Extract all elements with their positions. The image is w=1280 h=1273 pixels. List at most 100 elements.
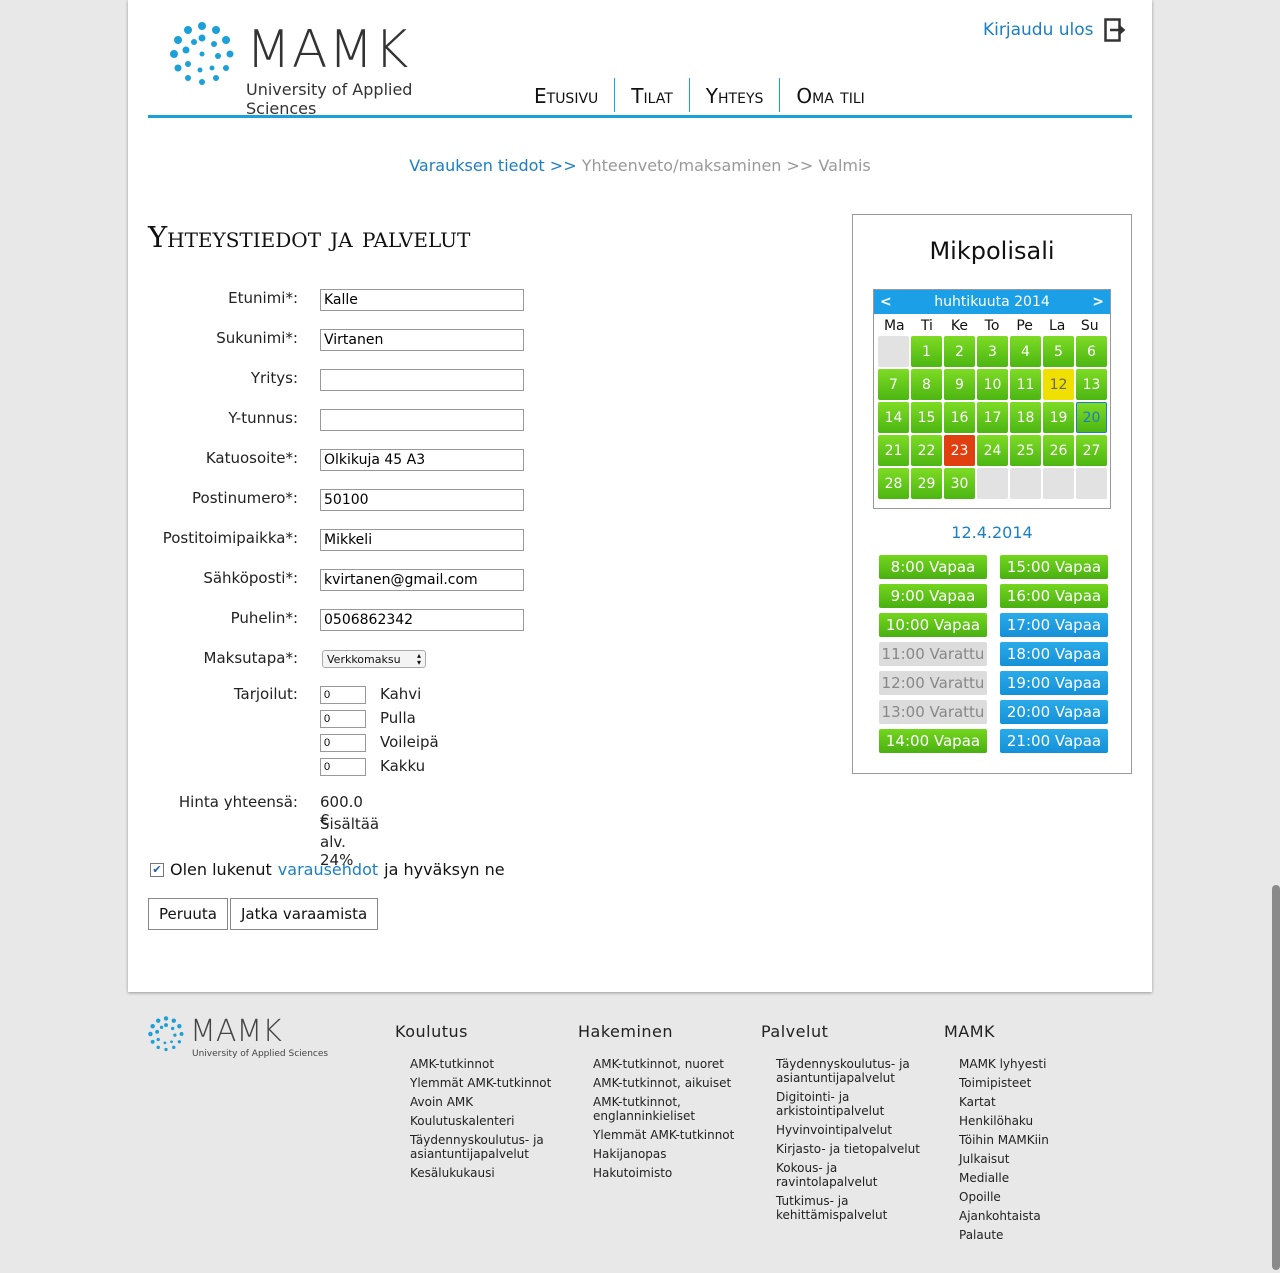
footer-link[interactable]: Toimipisteet [959, 1076, 1114, 1090]
business-id-field[interactable] [320, 409, 524, 431]
cake-label: Kakku [380, 757, 426, 775]
first-name-field[interactable] [320, 289, 524, 311]
calendar-day[interactable]: 24 [977, 435, 1008, 466]
prev-month-button[interactable]: < [880, 294, 892, 310]
calendar-day[interactable]: 29 [911, 468, 942, 499]
cancel-button[interactable]: Peruuta [148, 898, 228, 930]
time-slot-free[interactable]: 15:00 Vapaa [1000, 555, 1108, 579]
nav-item-oma-tili[interactable]: Oma tili [779, 78, 880, 112]
calendar-day[interactable]: 13 [1076, 369, 1107, 400]
calendar-day[interactable]: 10 [977, 369, 1008, 400]
footer-link[interactable]: Medialle [959, 1171, 1114, 1185]
time-slot-free[interactable]: 9:00 Vapaa [879, 584, 987, 608]
footer-link[interactable]: AMK-tutkinnot [410, 1057, 565, 1071]
next-month-button[interactable]: > [1092, 294, 1104, 310]
email-field[interactable] [320, 569, 524, 591]
calendar-day[interactable]: 8 [911, 369, 942, 400]
calendar-day[interactable]: 11 [1010, 369, 1041, 400]
time-slot-free[interactable]: 10:00 Vapaa [879, 613, 987, 637]
footer-link[interactable]: Avoin AMK [410, 1095, 565, 1109]
footer-link[interactable]: Hakijanopas [593, 1147, 748, 1161]
time-slot-free[interactable]: 8:00 Vapaa [879, 555, 987, 579]
footer-link[interactable]: AMK-tutkinnot, aikuiset [593, 1076, 748, 1090]
calendar-day[interactable]: 26 [1043, 435, 1074, 466]
footer-link[interactable]: Töihin MAMKiin [959, 1133, 1114, 1147]
continue-booking-button[interactable]: Jatka varaamista [230, 898, 379, 930]
footer-link[interactable]: Kirjasto- ja tietopalvelut [776, 1142, 931, 1156]
calendar-day[interactable]: 6 [1076, 336, 1107, 367]
time-slot-free[interactable]: 18:00 Vapaa [1000, 642, 1108, 666]
calendar-day[interactable]: 30 [944, 468, 975, 499]
footer-link[interactable]: AMK-tutkinnot, englanninkieliset [593, 1095, 748, 1123]
nav-item-etusivu[interactable]: Etusivu [518, 78, 614, 112]
footer-link[interactable]: Ajankohtaista [959, 1209, 1114, 1223]
calendar-day[interactable]: 20 [1076, 402, 1107, 433]
footer-link[interactable]: Ylemmät AMK-tutkinnot [593, 1128, 748, 1142]
payment-method-select[interactable]: Verkkomaksu ▴ ▾ [322, 650, 426, 668]
footer-link[interactable]: Ylemmät AMK-tutkinnot [410, 1076, 565, 1090]
calendar-day[interactable]: 23 [944, 435, 975, 466]
footer-link[interactable]: Palaute [959, 1228, 1114, 1242]
footer-link[interactable]: Kartat [959, 1095, 1114, 1109]
phone-field[interactable] [320, 609, 524, 631]
calendar-day[interactable]: 16 [944, 402, 975, 433]
calendar-day[interactable]: 27 [1076, 435, 1107, 466]
calendar-day[interactable]: 21 [878, 435, 909, 466]
time-slot-free[interactable]: 21:00 Vapaa [1000, 729, 1108, 753]
time-slot-free[interactable]: 20:00 Vapaa [1000, 700, 1108, 724]
street-address-field[interactable] [320, 449, 524, 471]
footer-link[interactable]: AMK-tutkinnot, nuoret [593, 1057, 748, 1071]
calendar-day[interactable]: 22 [911, 435, 942, 466]
calendar-day[interactable]: 2 [944, 336, 975, 367]
time-slot-free[interactable]: 19:00 Vapaa [1000, 671, 1108, 695]
page-scrollbar[interactable] [1272, 885, 1280, 1270]
last-name-field[interactable] [320, 329, 524, 351]
calendar-day[interactable]: 4 [1010, 336, 1041, 367]
calendar-day[interactable]: 18 [1010, 402, 1041, 433]
calendar-day[interactable]: 5 [1043, 336, 1074, 367]
company-field[interactable] [320, 369, 524, 391]
time-slot-free[interactable]: 17:00 Vapaa [1000, 613, 1108, 637]
calendar-day[interactable]: 9 [944, 369, 975, 400]
footer-link[interactable]: Opoille [959, 1190, 1114, 1204]
footer-link[interactable]: Hyvinvointipalvelut [776, 1123, 931, 1137]
step-booking-details[interactable]: Varauksen tiedot >> [409, 156, 576, 175]
calendar-day[interactable]: 14 [878, 402, 909, 433]
logout-link[interactable]: Kirjaudu ulos [983, 18, 1126, 42]
time-slot-free[interactable]: 16:00 Vapaa [1000, 584, 1108, 608]
terms-link[interactable]: varausehdot [278, 860, 378, 879]
bun-qty-field[interactable] [320, 710, 366, 728]
coffee-qty-field[interactable] [320, 686, 366, 704]
footer-link[interactable]: Kesälukukausi [410, 1166, 565, 1180]
calendar-day[interactable]: 28 [878, 468, 909, 499]
nav-item-yhteys[interactable]: Yhteys [688, 78, 780, 112]
calendar-day[interactable]: 25 [1010, 435, 1041, 466]
time-slot-free[interactable]: 14:00 Vapaa [879, 729, 987, 753]
footer-link[interactable]: Tutkimus- ja kehittämispalvelut [776, 1194, 931, 1222]
calendar-day[interactable]: 7 [878, 369, 909, 400]
sandwich-qty-field[interactable] [320, 734, 366, 752]
footer-link[interactable]: Digitointi- ja arkistointipalvelut [776, 1090, 931, 1118]
footer-link[interactable]: Kokous- ja ravintolapalvelut [776, 1161, 931, 1189]
calendar-day[interactable]: 17 [977, 402, 1008, 433]
cake-qty-field[interactable] [320, 758, 366, 776]
step-summary-payment: Yhteenveto/maksaminen >> [581, 156, 814, 175]
calendar-day[interactable]: 15 [911, 402, 942, 433]
city-field[interactable] [320, 529, 524, 551]
postal-code-field[interactable] [320, 489, 524, 511]
footer-link[interactable]: Henkilöhaku [959, 1114, 1114, 1128]
footer-link[interactable]: Täydennyskoulutus- ja asiantuntijapalvel… [410, 1133, 565, 1161]
calendar-day[interactable]: 12 [1043, 369, 1074, 400]
footer-logo[interactable]: MAMK University of Applied Sciences [146, 1014, 346, 1064]
calendar-day[interactable]: 3 [977, 336, 1008, 367]
calendar-day[interactable]: 19 [1043, 402, 1074, 433]
footer-link[interactable]: MAMK lyhyesti [959, 1057, 1114, 1071]
footer-link[interactable]: Julkaisut [959, 1152, 1114, 1166]
footer-link[interactable]: Koulutuskalenteri [410, 1114, 565, 1128]
terms-checkbox[interactable]: ✔ [150, 862, 164, 877]
footer-link[interactable]: Täydennyskoulutus- ja asiantuntijapalvel… [776, 1057, 931, 1085]
nav-item-tilat[interactable]: Tilat [614, 78, 689, 112]
footer-link[interactable]: Hakutoimisto [593, 1166, 748, 1180]
mamk-logo[interactable]: MAMK University of Applied Sciences [166, 16, 486, 118]
calendar-day[interactable]: 1 [911, 336, 942, 367]
